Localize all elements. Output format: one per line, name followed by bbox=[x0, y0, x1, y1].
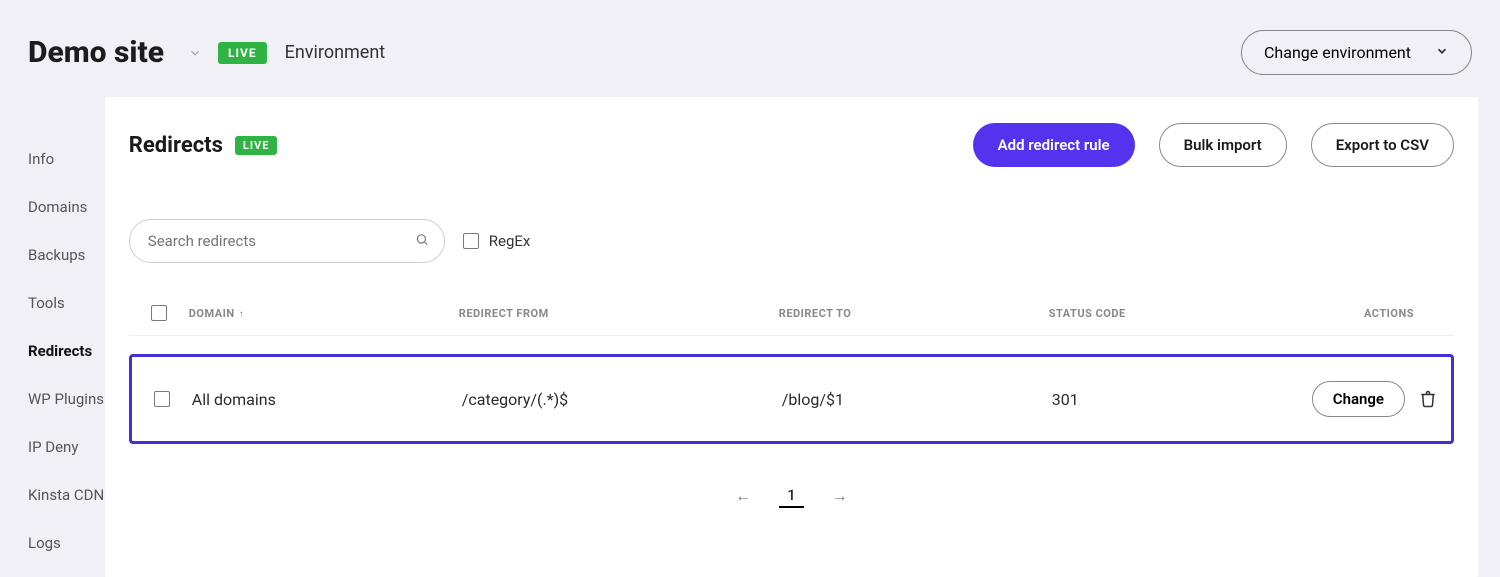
main-panel: Redirects LIVE Add redirect rule Bulk im… bbox=[105, 97, 1478, 577]
sort-asc-icon: ↑ bbox=[239, 309, 245, 320]
sidebar-item-redirects[interactable]: Redirects bbox=[28, 327, 105, 375]
search-input[interactable] bbox=[129, 219, 445, 263]
col-actions: ACTIONS bbox=[1309, 307, 1454, 320]
chevron-down-icon bbox=[1435, 43, 1449, 62]
row-checkbox[interactable] bbox=[154, 391, 170, 407]
sidebar-item-wp-plugins[interactable]: WP Plugins bbox=[28, 375, 105, 423]
sidebar: Info Domains Backups Tools Redirects WP … bbox=[0, 97, 105, 577]
chevron-down-icon bbox=[188, 46, 202, 60]
change-environment-button[interactable]: Change environment bbox=[1241, 30, 1472, 75]
regex-label: RegEx bbox=[489, 232, 531, 250]
trash-icon bbox=[1419, 390, 1437, 408]
sidebar-item-backups[interactable]: Backups bbox=[28, 231, 105, 279]
env-label: Environment bbox=[285, 42, 386, 63]
change-button[interactable]: Change bbox=[1312, 381, 1405, 417]
col-redirect-to[interactable]: REDIRECT TO bbox=[779, 307, 1049, 320]
page-live-badge: LIVE bbox=[235, 136, 278, 155]
table-header-row: DOMAIN↑ REDIRECT FROM REDIRECT TO STATUS… bbox=[129, 291, 1454, 336]
cell-domain: All domains bbox=[192, 390, 462, 409]
env-live-badge: LIVE bbox=[218, 42, 267, 64]
sidebar-item-tools[interactable]: Tools bbox=[28, 279, 105, 327]
sidebar-item-domains[interactable]: Domains bbox=[28, 183, 105, 231]
search-icon bbox=[415, 232, 429, 251]
sidebar-item-ip-deny[interactable]: IP Deny bbox=[28, 423, 105, 471]
export-csv-button[interactable]: Export to CSV bbox=[1311, 123, 1454, 167]
prev-page[interactable]: ← bbox=[735, 486, 751, 506]
col-domain[interactable]: DOMAIN↑ bbox=[189, 307, 459, 320]
sidebar-item-info[interactable]: Info bbox=[28, 135, 105, 183]
cell-redirect-from: /category/(.*)$ bbox=[462, 390, 782, 409]
col-status-code[interactable]: STATUS CODE bbox=[1049, 307, 1309, 320]
site-menu-toggle[interactable] bbox=[188, 46, 202, 60]
regex-checkbox-wrap[interactable]: RegEx bbox=[463, 232, 531, 250]
next-page[interactable]: → bbox=[832, 486, 848, 506]
table-row: All domains /category/(.*)$ /blog/$1 301… bbox=[129, 354, 1454, 444]
page-title: Redirects bbox=[129, 133, 223, 158]
pagination: ← 1 → bbox=[129, 484, 1454, 508]
main-header: Redirects LIVE Add redirect rule Bulk im… bbox=[129, 123, 1454, 167]
site-name: Demo site bbox=[28, 35, 164, 70]
bulk-import-button[interactable]: Bulk import bbox=[1159, 123, 1287, 167]
sidebar-item-kinsta-cdn[interactable]: Kinsta CDN bbox=[28, 471, 105, 519]
page-header: Demo site LIVE Environment Change enviro… bbox=[0, 0, 1500, 97]
delete-button[interactable] bbox=[1419, 390, 1437, 408]
search-row: RegEx bbox=[129, 219, 1454, 263]
cell-redirect-to: /blog/$1 bbox=[782, 390, 1052, 409]
cell-status-code: 301 bbox=[1052, 390, 1312, 409]
redirects-table: DOMAIN↑ REDIRECT FROM REDIRECT TO STATUS… bbox=[129, 291, 1454, 444]
change-environment-label: Change environment bbox=[1264, 43, 1411, 62]
col-redirect-from[interactable]: REDIRECT FROM bbox=[459, 307, 779, 320]
add-redirect-button[interactable]: Add redirect rule bbox=[973, 123, 1135, 167]
regex-checkbox[interactable] bbox=[463, 233, 479, 249]
sidebar-item-logs[interactable]: Logs bbox=[28, 519, 105, 567]
select-all-checkbox[interactable] bbox=[151, 305, 167, 321]
page-number[interactable]: 1 bbox=[779, 484, 804, 508]
